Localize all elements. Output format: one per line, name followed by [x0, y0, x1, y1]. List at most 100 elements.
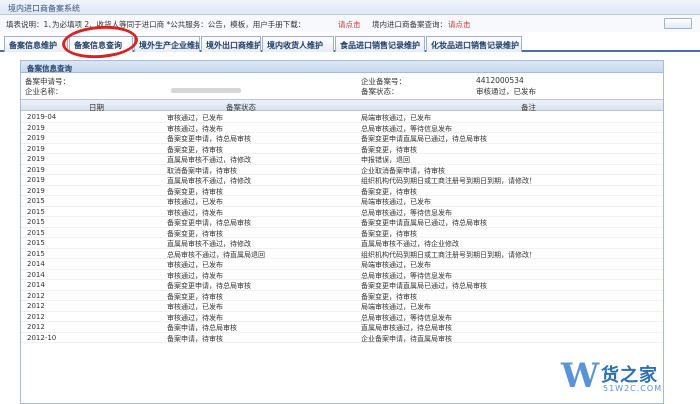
table-row: 2015 备案变更，待审核 备案变更，待审核 — [21, 228, 663, 238]
row-date: 2012 — [27, 323, 45, 331]
row-date: 2012-10 — [27, 333, 57, 342]
row-status: 总局审核不通过，待直属局退回 — [167, 250, 265, 259]
row-date: 2015 — [27, 218, 45, 226]
redacted-company-name — [171, 88, 241, 93]
table-row: 2015 备案变更申请，待总局审核 备案变更申请直属局已通过，待总局审核 — [21, 217, 663, 228]
table-row: 2014 审核通过，待发布 总局审核通过，等待信息发布 — [21, 270, 663, 280]
row-note: 备案变更，待审核 — [361, 187, 417, 196]
row-note: 局端审核通过，已发布 — [361, 261, 431, 269]
row-note: 总局审核通过，等待信息发布 — [361, 271, 452, 280]
app-title: 境内进口商备案系统 — [8, 4, 80, 13]
row-date: 2019-04 — [27, 113, 57, 121]
table-row: 2015 总局审核不通过，待直属局退回 组织机构代码到期日或工商注册号到期日到期，请… — [21, 249, 663, 259]
table-row: 2015 审核通过，已发布 局端审核通过，已发布 — [21, 196, 663, 207]
watermark-url: 51W2C.COM — [603, 384, 663, 393]
table-row: 2014 备案变更申请，待总局审核 备案变更申请直属局已通过，待总局审核 — [21, 280, 663, 291]
row-status: 备案变更申请，待总局审核 — [167, 219, 251, 227]
row-date: 2015 — [27, 197, 45, 205]
row-status: 审核通过，已发布 — [167, 198, 223, 206]
table-row: 2015 直属局审核不通过，待修改 直属局审核不通过，待企业修改 — [21, 238, 663, 249]
watermark-logo: W 货之家 51W2C.COM — [561, 351, 696, 401]
record-info: 备案申请号： 企业名称： 企业备案号： 4412000534 备案状态： 审核通… — [21, 73, 663, 97]
row-note: 总局审核通过，等待信息发布 — [361, 208, 452, 217]
row-status: 备案变更，待审核 — [167, 229, 223, 238]
record-status-label: 备案状态： — [361, 87, 399, 96]
table-row: 2014 审核通过，已发布 局端审核通过，已发布 — [21, 259, 663, 270]
row-status: 备案变更申请，待总局审核 — [167, 282, 251, 290]
notice-button[interactable] — [664, 18, 692, 29]
row-note: 备案变更，待审核 — [361, 292, 417, 301]
row-date: 2015 — [27, 207, 45, 216]
row-note: 申报错误，退回 — [361, 156, 410, 164]
row-date: 2019 — [27, 176, 45, 184]
row-date: 2014 — [27, 281, 45, 289]
row-date: 2019 — [27, 186, 45, 195]
table-row: 2019 备案变更，待审核 备案变更，待审核 — [21, 144, 663, 154]
panel-header: 备案信息查询 — [21, 61, 663, 73]
table-row: 2019 取消备案申请，待审核 企业取消备案申请，待审核 — [21, 165, 663, 175]
row-status: 直属局审核不通过，待修改 — [167, 156, 251, 164]
row-status: 取消备案申请，待审核 — [167, 166, 237, 175]
tab-cosmetics-sales-record[interactable]: 化妆品进口销售记录维护 — [426, 36, 522, 52]
row-status: 备案变更，待审核 — [167, 292, 223, 301]
table-row: 2019 审核通过，待发布 总局审核通过，等待信息发布 — [21, 123, 663, 133]
table-row: 2019-04 审核通过，已发布 局端审核通过，已发布 — [21, 112, 663, 123]
row-note: 局端审核通过，已发布 — [361, 303, 431, 311]
row-note: 备案变更申请直属局已通过，待总局审核 — [361, 282, 487, 290]
row-note: 备案变更，待审核 — [361, 145, 417, 154]
notice-prefix: 填表说明：1、 — [6, 20, 56, 29]
row-status: 备案变更，待审核 — [167, 145, 223, 154]
query-link[interactable]: 请点击 — [448, 19, 471, 30]
row-status: 备案变更，待审核 — [167, 187, 223, 196]
row-note: 企业取消备案申请，待审核 — [361, 166, 445, 175]
row-date: 2012 — [27, 312, 45, 321]
row-note: 局端审核通过，已发布 — [361, 114, 431, 122]
table-header: 日期 备案状态 备注 — [21, 99, 663, 112]
history-table-body: 2019-04 审核通过，已发布 局端审核通过，已发布 2019 审核通过，待发布 总局审… — [21, 112, 663, 343]
row-date: 2014 — [27, 270, 45, 279]
table-row: 2019 备案变更，待审核 备案变更，待审核 — [21, 186, 663, 196]
row-status: 直属局审核不通过，待修改 — [167, 240, 251, 248]
row-status: 备案申请，待审核 — [167, 334, 223, 343]
row-note: 企业备案申请，待直属局审核 — [361, 334, 452, 343]
table-row: 2019 备案变更申请，待总局审核 备案变更申请直属局已通过，待总局审核 — [21, 133, 663, 144]
download-link[interactable]: 请点击 — [338, 19, 361, 30]
tab-foreign-producer[interactable]: 境外生产企业维护 — [134, 36, 200, 52]
row-note: 直属局审核不通过，待企业修改 — [361, 240, 459, 248]
row-date: 2012 — [27, 302, 45, 310]
row-status: 直属局审核不通过，待修改 — [167, 177, 251, 185]
row-date: 2019 — [27, 144, 45, 153]
row-note: 局端审核通过，已发布 — [361, 198, 431, 206]
row-status: 备案申请，待总局审核 — [167, 324, 237, 332]
title-bar: 境内进口商备案系统 — [0, 0, 700, 15]
row-date: 2019 — [27, 165, 45, 174]
row-note: 直属局审核通过，待总局审核 — [361, 324, 452, 332]
row-date: 2019 — [27, 134, 45, 142]
row-date: 2019 — [27, 123, 45, 132]
row-date: 2014 — [27, 260, 45, 268]
row-note: 备案变更，待审核 — [361, 229, 417, 238]
row-note: 组织机构代码到期日或工商注册号到期日到期，请修改！ — [361, 177, 536, 185]
company-name-label: 企业名称： — [25, 87, 63, 96]
query-label: 境内进口商备案查询： — [372, 20, 447, 29]
row-status: 审核通过，待发布 — [167, 271, 223, 280]
row-status: 审核通过，已发布 — [167, 114, 223, 122]
row-status: 审核通过，已发布 — [167, 261, 223, 269]
row-status: 审核通过，待发布 — [167, 313, 223, 322]
row-status: 审核通过，待发布 — [167, 124, 223, 133]
row-note: 备案变更申请直属局已通过，待总局审核 — [361, 219, 487, 227]
tab-domestic-consignee[interactable]: 境内收货人维护 — [262, 36, 334, 52]
table-row: 2019 直属局审核不通过，待修改 组织机构代码到期日或工商注册号到期日到期，请修改… — [21, 175, 663, 186]
row-date: 2012 — [27, 291, 45, 300]
row-status: 审核通过，待发布 — [167, 208, 223, 217]
tab-food-sales-record[interactable]: 食品进口销售记录维护 — [335, 36, 425, 52]
row-note: 总局审核通过，等待信息发布 — [361, 124, 452, 133]
record-no-value: 4412000534 — [476, 76, 524, 85]
row-status: 审核通过，已发布 — [167, 303, 223, 311]
row-status: 备案变更申请，待总局审核 — [167, 135, 251, 143]
tab-record-maintain[interactable]: 备案信息维护 — [4, 36, 68, 52]
row-note: 备案变更申请直属局已通过，待总局审核 — [361, 135, 487, 143]
table-row: 2012 备案申请，待总局审核 直属局审核通过，待总局审核 — [21, 322, 663, 333]
row-date: 2019 — [27, 155, 45, 163]
tab-foreign-exporter[interactable]: 境外出口商维护 — [201, 36, 261, 52]
